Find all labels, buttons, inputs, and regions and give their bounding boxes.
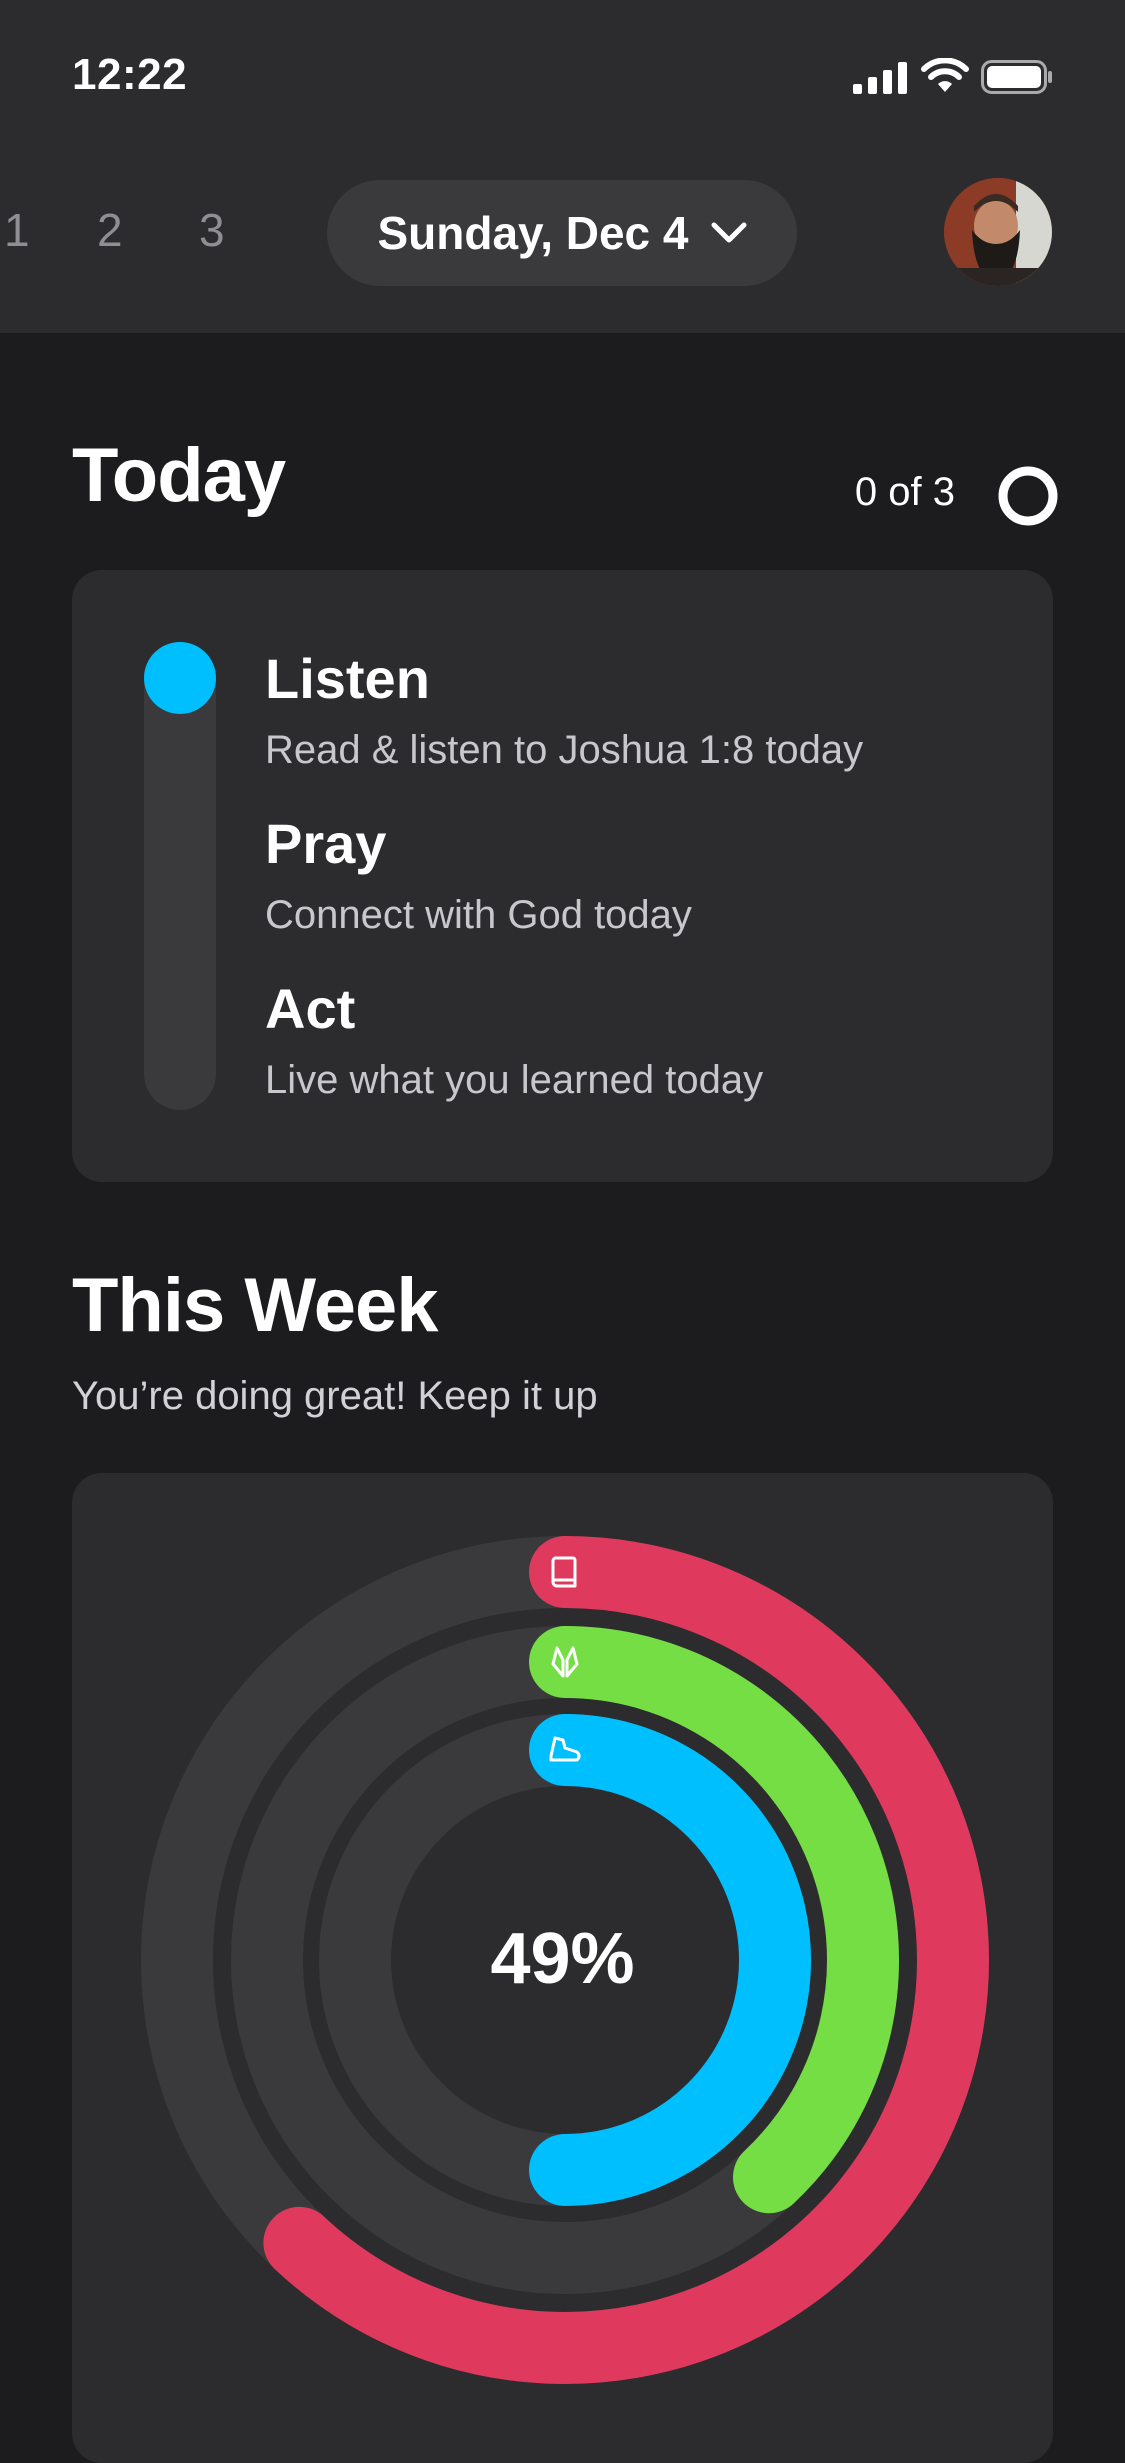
progress-ring-icon bbox=[998, 466, 1058, 526]
this-week-heading: This Week bbox=[72, 1263, 439, 1348]
activity-rings: 49% bbox=[72, 1473, 1053, 2436]
date-label: Sunday, Dec 4 bbox=[377, 207, 689, 259]
top-bar: 12:22 1 2 3 Sunday, Dec 4 bbox=[0, 0, 1125, 333]
week-percent: 49% bbox=[490, 1919, 635, 1999]
week-2-tab[interactable]: 2 bbox=[97, 203, 123, 257]
week-1-tab[interactable]: 1 bbox=[4, 203, 30, 257]
wifi-icon bbox=[921, 58, 969, 92]
status-time: 12:22 bbox=[72, 50, 188, 99]
step-listen-title[interactable]: Listen bbox=[265, 646, 430, 711]
progress-indicator bbox=[144, 642, 216, 714]
step-act-title[interactable]: Act bbox=[265, 976, 355, 1041]
avatar[interactable] bbox=[944, 178, 1052, 286]
cellular-signal-icon bbox=[853, 62, 907, 94]
step-pray-desc: Connect with God today bbox=[265, 893, 692, 937]
step-pray-title[interactable]: Pray bbox=[265, 811, 386, 876]
today-heading: Today bbox=[72, 433, 286, 518]
today-progress-text: 0 of 3 bbox=[854, 470, 955, 514]
week-3-tab[interactable]: 3 bbox=[199, 203, 225, 257]
this-week-subtitle: You’re doing great! Keep it up bbox=[72, 1374, 598, 1418]
battery-icon bbox=[981, 60, 1052, 94]
avatar-image bbox=[944, 178, 1052, 286]
chevron-down-icon bbox=[711, 222, 747, 243]
step-listen-desc: Read & listen to Joshua 1:8 today bbox=[265, 728, 864, 772]
step-act-desc: Live what you learned today bbox=[265, 1058, 764, 1102]
date-selector[interactable]: Sunday, Dec 4 bbox=[327, 180, 797, 286]
